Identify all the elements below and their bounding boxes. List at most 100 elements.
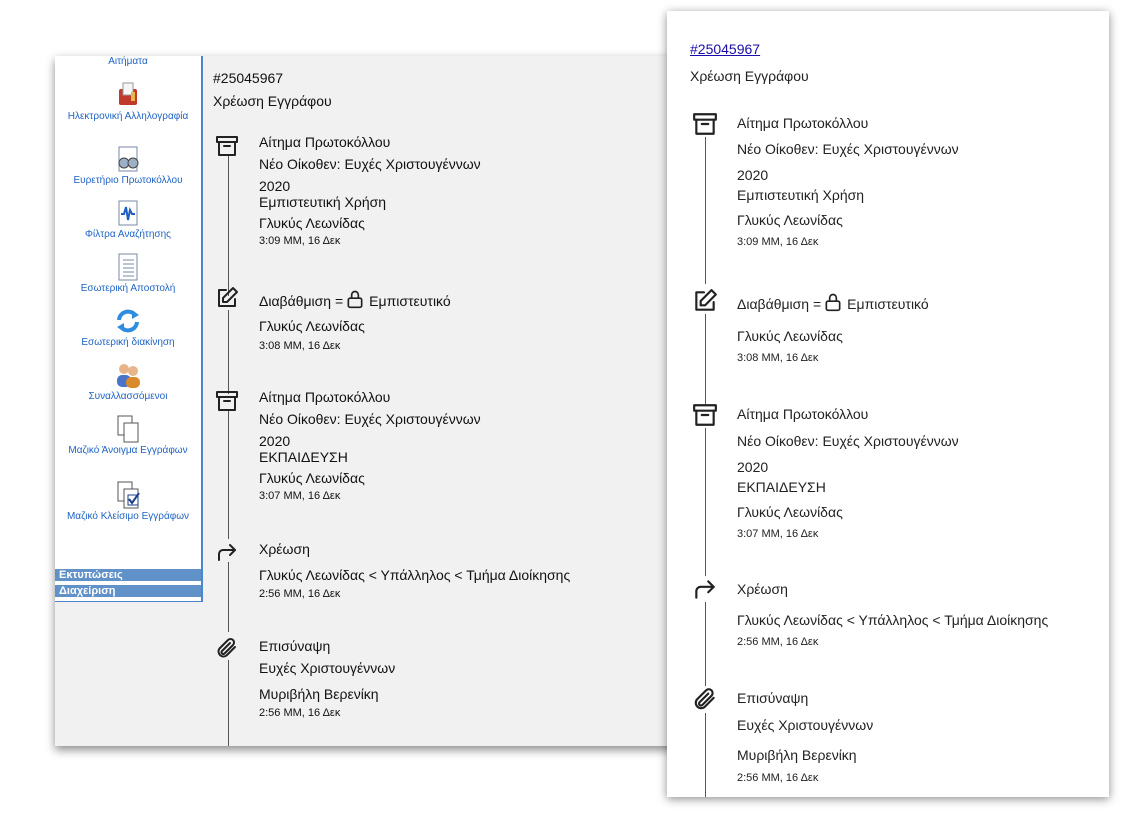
timeline-connector [705, 314, 706, 404]
entry-title: Χρέωση [259, 541, 310, 557]
entry-timestamp: 2:56 ΜΜ, 16 Δεκ [259, 707, 341, 719]
entry-timestamp: 3:09 ΜΜ, 16 Δεκ [737, 236, 819, 248]
sidebar-item-email[interactable]: Ηλεκτρονική Αλληλογραφία [55, 80, 201, 123]
forward-arrow-icon [215, 540, 239, 564]
entry-timestamp: 2:56 ΜΜ, 16 Δεκ [259, 588, 341, 600]
document-history-popup: #25045967 Χρέωση Εγγράφου Αίτημα Πρωτοκό… [667, 11, 1109, 797]
background-app-window: Αιτήματα Ηλεκτρονική Αλληλογραφία Ευρετή… [55, 56, 695, 746]
entry-line: 2020 [259, 178, 291, 194]
entry-title: Αίτημα Πρωτοκόλλου [737, 406, 869, 422]
sidebar-item-search-filters[interactable]: Φίλτρα Αναζήτησης [55, 198, 201, 241]
entry-timestamp: 2:56 ΜΜ, 16 Δεκ [737, 636, 819, 648]
entry-title: Διαβάθμιση = Εμπιστευτικό [737, 292, 929, 315]
mailbox-icon [113, 80, 143, 110]
timeline-connector [705, 428, 706, 576]
document-ref: #25045967 [213, 70, 284, 86]
sidebar-item-protocol-index[interactable]: Ευρετήριο Πρωτοκόλλου [55, 144, 201, 187]
sidebar-section-prints[interactable]: Εκτυπώσεις [55, 569, 201, 582]
sidebar-item-contacts[interactable]: Συναλλασσόμενοι [55, 360, 201, 403]
document-ref-link[interactable]: #25045967 [690, 41, 760, 57]
entry-line: ΕΚΠΑΙΔΕΥΣΗ [259, 449, 348, 465]
entry-line: Εμπιστευτική Χρήση [737, 187, 865, 203]
document-action-type: Χρέωση Εγγράφου [690, 68, 809, 84]
documents-check-icon [113, 480, 143, 510]
documents-icon [113, 414, 143, 444]
classification-value: Εμπιστευτικό [847, 296, 929, 312]
entry-title: Διαβάθμιση = Εμπιστευτικό [259, 289, 451, 312]
sidebar-item-label: Εσωτερική Αποστολή [80, 283, 176, 294]
edit-icon [215, 286, 239, 310]
entry-line: Γλυκύς Λεωνίδας [737, 328, 843, 344]
archive-icon [692, 402, 718, 428]
sidebar-item-requests[interactable]: Αιτήματα [55, 56, 201, 68]
entry-line: Ευχές Χριστουγέννων [737, 717, 874, 733]
archive-icon [215, 134, 239, 158]
entry-title: Αίτημα Πρωτοκόλλου [737, 115, 869, 131]
entry-timestamp: 2:56 ΜΜ, 16 Δεκ [737, 772, 819, 784]
entry-line: Ευχές Χριστουγέννων [259, 660, 396, 676]
entry-timestamp: 3:09 ΜΜ, 16 Δεκ [259, 235, 341, 247]
paperclip-icon [215, 636, 239, 660]
entry-line: 2020 [737, 167, 769, 183]
entry-line: Μυριβήλη Βερενίκη [259, 686, 379, 702]
binoculars-icon [113, 144, 143, 174]
edit-icon [692, 288, 718, 314]
entry-line: Γλυκύς Λεωνίδας [259, 215, 365, 231]
entry-line: Γλυκύς Λεωνίδας < Υπάλληλος < Τμήμα Διοί… [737, 612, 1049, 628]
entry-line: Νέο Οίκοθεν: Ευχές Χριστουγέννων [259, 411, 481, 427]
sidebar-item-label: Ευρετήριο Πρωτοκόλλου [73, 175, 183, 186]
sidebar-item-label: Εσωτερική διακίνηση [81, 337, 175, 348]
lock-icon [823, 292, 843, 315]
entry-title: Αίτημα Πρωτοκόλλου [259, 134, 391, 150]
entry-line: Γλυκύς Λεωνίδας < Υπάλληλος < Τμήμα Διοί… [259, 567, 571, 583]
refresh-arrows-icon [113, 306, 143, 336]
entry-line: Γλυκύς Λεωνίδας [737, 504, 843, 520]
sidebar-item-label: Μαζικό Κλείσιμο Εγγράφων [66, 511, 190, 522]
forward-arrow-icon [692, 576, 718, 602]
entry-timestamp: 3:07 ΜΜ, 16 Δεκ [259, 490, 341, 502]
sidebar-item-internal-transfer[interactable]: Εσωτερική διακίνηση [55, 306, 201, 349]
archive-icon [215, 389, 239, 413]
sidebar-item-bulk-close[interactable]: Μαζικό Κλείσιμο Εγγράφων [55, 480, 201, 523]
sidebar-item-internal-send[interactable]: Εσωτερική Αποστολή [55, 252, 201, 295]
sidebar: Αιτήματα Ηλεκτρονική Αλληλογραφία Ευρετή… [55, 56, 203, 602]
entry-title-text: Διαβάθμιση = [259, 293, 344, 309]
entry-line: Νέο Οίκοθεν: Ευχές Χριστουγέννων [259, 156, 481, 172]
users-icon [113, 360, 143, 390]
entry-title-text: Διαβάθμιση = [737, 296, 822, 312]
entry-timestamp: 3:08 ΜΜ, 16 Δεκ [259, 340, 341, 352]
sidebar-item-label: Αιτήματα [108, 56, 148, 67]
entry-line: 2020 [737, 459, 769, 475]
document-action-type: Χρέωση Εγγράφου [213, 93, 332, 109]
timeline-connector [705, 602, 706, 686]
paperclip-icon [692, 686, 718, 712]
entry-line: Νέο Οίκοθεν: Ευχές Χριστουγέννων [737, 141, 959, 157]
entry-title: Επισύναψη [737, 690, 809, 706]
sidebar-item-label: Συναλλασσόμενοι [88, 391, 168, 402]
classification-value: Εμπιστευτικό [369, 293, 451, 309]
entry-line: Εμπιστευτική Χρήση [259, 194, 387, 210]
timeline-connector [228, 660, 229, 746]
entry-timestamp: 3:08 ΜΜ, 16 Δεκ [737, 352, 819, 364]
sidebar-item-bulk-open[interactable]: Μαζικό Άνοιγμα Εγγράφων [55, 414, 201, 457]
entry-line: Μυριβήλη Βερενίκη [737, 747, 857, 763]
document-history-panel: #25045967 Χρέωση Εγγράφου Αίτημα Πρωτοκό… [213, 56, 693, 746]
sidebar-item-label: Μαζικό Άνοιγμα Εγγράφων [68, 445, 188, 456]
lock-icon [345, 289, 365, 312]
sidebar-section-admin[interactable]: Διαχείριση [55, 585, 201, 598]
sidebar-item-label: Ηλεκτρονική Αλληλογραφία [67, 111, 189, 122]
entry-title: Αίτημα Πρωτοκόλλου [259, 389, 391, 405]
timeline-connector [705, 137, 706, 284]
waveform-document-icon [113, 198, 143, 228]
entry-line: 2020 [259, 433, 291, 449]
timeline-connector [228, 562, 229, 632]
entry-line: Νέο Οίκοθεν: Ευχές Χριστουγέννων [737, 433, 959, 449]
timeline-connector [228, 310, 229, 394]
list-document-icon [113, 252, 143, 282]
entry-timestamp: 3:07 ΜΜ, 16 Δεκ [737, 528, 819, 540]
timeline-connector [228, 411, 229, 539]
entry-line: ΕΚΠΑΙΔΕΥΣΗ [737, 479, 826, 495]
entry-line: Γλυκύς Λεωνίδας [259, 318, 365, 334]
entry-title: Χρέωση [737, 581, 788, 597]
timeline-connector [705, 713, 706, 797]
